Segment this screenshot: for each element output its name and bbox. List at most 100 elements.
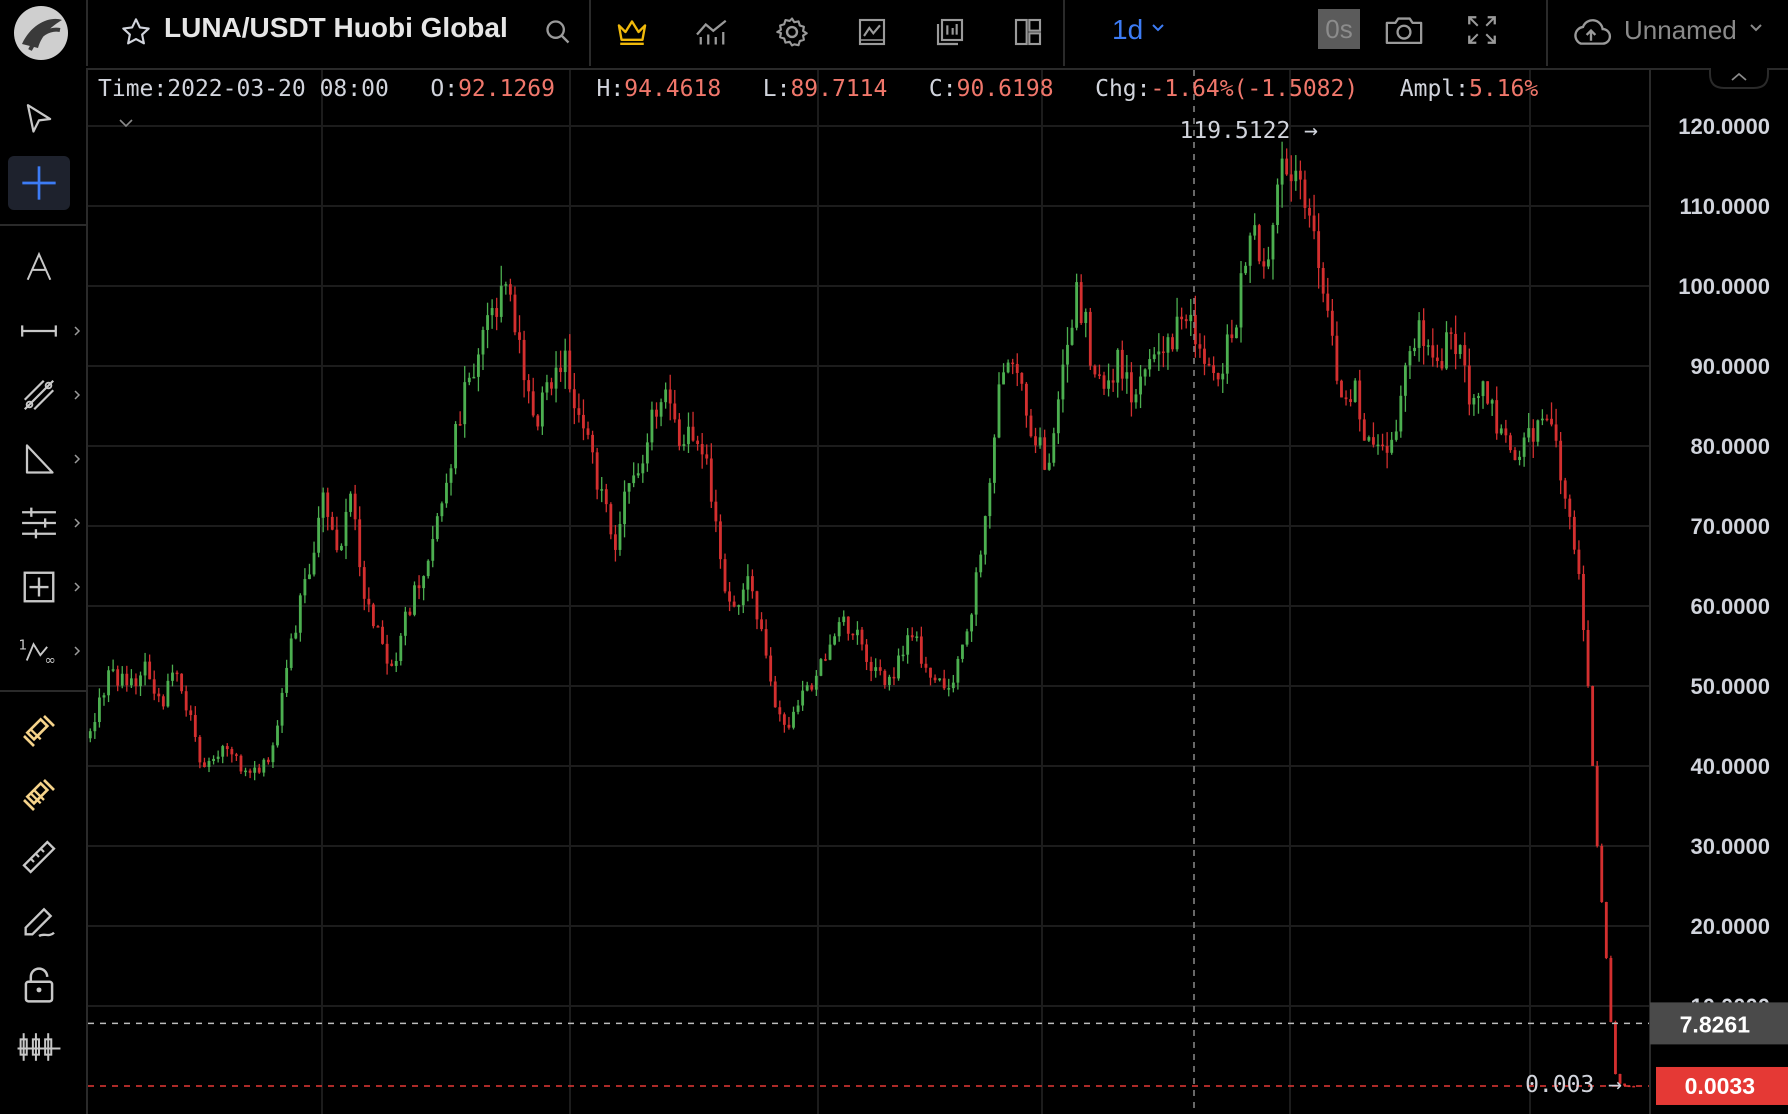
candle-body bbox=[367, 598, 371, 605]
candle-body bbox=[198, 736, 202, 763]
chevron-right-icon[interactable] bbox=[72, 644, 82, 658]
y-tick-label: 110.0000 bbox=[1679, 194, 1770, 219]
price-chart[interactable]: 120.0000110.0000100.000090.000080.000070… bbox=[0, 0, 1788, 1114]
candle-body bbox=[929, 667, 932, 678]
candle-body bbox=[1399, 395, 1403, 432]
candle-body bbox=[161, 696, 165, 707]
y-tick-label: 20.0000 bbox=[1690, 914, 1770, 939]
crosshair-price-label: 7.8261 bbox=[1680, 1011, 1751, 1037]
candles-icon[interactable] bbox=[8, 1020, 70, 1074]
star-icon[interactable] bbox=[116, 12, 156, 52]
candle-body bbox=[1139, 376, 1142, 395]
indicators-icon[interactable] bbox=[690, 12, 734, 52]
chevron-up-icon[interactable] bbox=[1708, 68, 1770, 90]
candle-body bbox=[1426, 345, 1430, 347]
candle-body bbox=[527, 380, 531, 392]
measure-box-icon[interactable] bbox=[8, 560, 70, 614]
lock-icon[interactable] bbox=[8, 958, 70, 1012]
candle-body bbox=[495, 308, 499, 317]
candle-body bbox=[340, 545, 343, 551]
camera-icon[interactable] bbox=[1382, 10, 1426, 50]
chevron-right-icon[interactable] bbox=[72, 388, 82, 402]
candle-body bbox=[1230, 334, 1234, 339]
legend-ampl-label: Ampl: bbox=[1399, 76, 1470, 102]
candle-body bbox=[568, 350, 572, 390]
trend-line-icon[interactable] bbox=[8, 304, 70, 358]
candle-body bbox=[1527, 428, 1531, 438]
candle-body bbox=[312, 552, 316, 575]
candle-body bbox=[951, 682, 955, 689]
candle-body bbox=[1572, 516, 1576, 550]
candle-body bbox=[1495, 400, 1499, 434]
crosshair-icon[interactable] bbox=[8, 156, 70, 210]
pitchfork-icon[interactable] bbox=[8, 368, 70, 422]
candle-body bbox=[294, 632, 298, 639]
candle-body bbox=[244, 770, 247, 773]
candle-body bbox=[1490, 400, 1494, 404]
price-axis[interactable]: 120.0000 110.0000 100.0000 90.0000 80.0000 70… bbox=[1649, 70, 1788, 1114]
chevron-right-icon[interactable] bbox=[72, 516, 82, 530]
cloud-icon[interactable] bbox=[1566, 12, 1616, 52]
legend-collapse-chevron-icon[interactable] bbox=[116, 116, 136, 130]
text-icon[interactable] bbox=[8, 240, 70, 294]
candle-body bbox=[705, 454, 709, 459]
candle-body bbox=[1070, 327, 1074, 345]
candle-body bbox=[344, 511, 348, 546]
layout-icon[interactable] bbox=[1006, 12, 1050, 52]
chevron-down-icon[interactable] bbox=[1746, 18, 1766, 38]
y-tick-label: 120.0000 bbox=[1678, 114, 1770, 139]
parallel-lines-icon[interactable] bbox=[8, 496, 70, 550]
crown-icon[interactable] bbox=[610, 12, 654, 52]
cursor-icon[interactable] bbox=[8, 92, 70, 146]
candle-body bbox=[289, 638, 293, 668]
chart-type-icon[interactable] bbox=[850, 12, 894, 52]
candle-body bbox=[641, 463, 645, 474]
magnet-strong-icon[interactable] bbox=[8, 768, 70, 822]
magnet-icon[interactable] bbox=[8, 704, 70, 758]
chevron-right-icon[interactable] bbox=[72, 580, 82, 594]
candle-body bbox=[257, 767, 261, 773]
candle-body bbox=[1472, 397, 1476, 405]
candle-body bbox=[1107, 380, 1110, 389]
candle-body bbox=[623, 491, 626, 525]
symbol-title[interactable]: LUNA/USDT Huobi Global bbox=[164, 10, 508, 46]
candle-body bbox=[1015, 364, 1019, 373]
candle-body bbox=[1595, 766, 1599, 846]
candle-body bbox=[1303, 179, 1307, 208]
candles bbox=[88, 141, 1636, 1088]
fullscreen-icon[interactable] bbox=[1460, 10, 1504, 50]
candle-body bbox=[1198, 344, 1202, 349]
brush-icon[interactable] bbox=[8, 894, 70, 948]
bar-countdown: 0s bbox=[1318, 9, 1360, 49]
logo-icon[interactable] bbox=[8, 2, 74, 64]
candle-body bbox=[458, 424, 462, 426]
candle-body bbox=[796, 705, 800, 712]
candle-body bbox=[481, 329, 485, 355]
triangle-icon[interactable] bbox=[8, 432, 70, 486]
candle-body bbox=[1477, 396, 1480, 398]
candle-body bbox=[1011, 362, 1015, 365]
settings-icon[interactable] bbox=[770, 12, 814, 52]
candle-body bbox=[1166, 337, 1170, 353]
layout-name[interactable]: Unnamed bbox=[1624, 12, 1737, 48]
interval-selector[interactable]: 1d bbox=[1112, 12, 1143, 48]
chevron-right-icon[interactable] bbox=[72, 324, 82, 338]
candle-body bbox=[1431, 345, 1435, 358]
candle-body bbox=[285, 667, 289, 693]
candle-body bbox=[1536, 420, 1540, 442]
candle-body bbox=[1504, 428, 1508, 436]
svg-text:∞: ∞ bbox=[44, 653, 55, 666]
compare-icon[interactable] bbox=[928, 12, 972, 52]
candle-body bbox=[1563, 480, 1567, 499]
search-icon[interactable] bbox=[538, 12, 578, 52]
candle-body bbox=[408, 611, 412, 615]
fib-icon[interactable]: 1 ∞ bbox=[8, 624, 70, 678]
candle-body bbox=[321, 492, 325, 518]
candle-body bbox=[1056, 399, 1060, 434]
chevron-right-icon[interactable] bbox=[72, 452, 82, 466]
ruler-icon[interactable] bbox=[8, 830, 70, 884]
chevron-down-icon[interactable] bbox=[1148, 18, 1168, 38]
candle-body bbox=[212, 758, 215, 762]
candle-body bbox=[915, 636, 919, 638]
candle-body bbox=[582, 414, 585, 429]
